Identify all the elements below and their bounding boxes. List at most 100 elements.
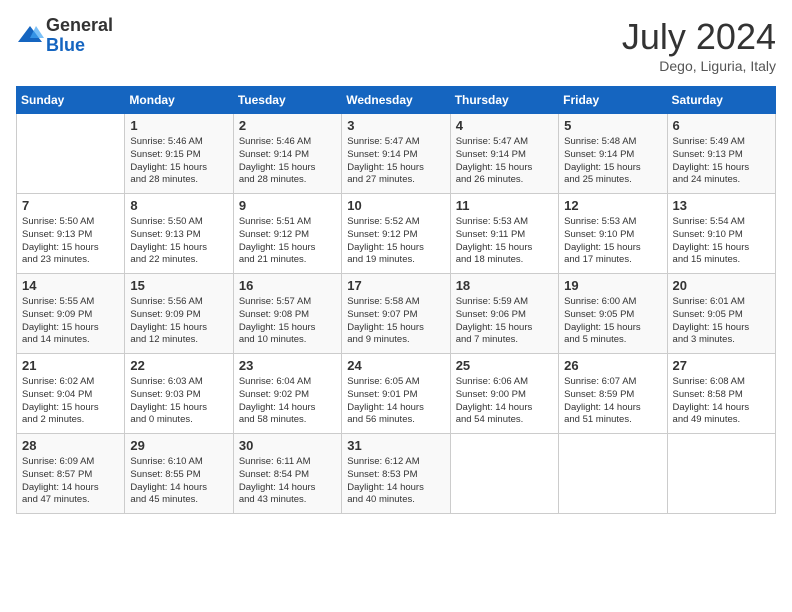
calendar-day-cell: 2 Sunrise: 5:46 AM Sunset: 9:14 PM Daylig…	[233, 114, 341, 194]
day-number: 24	[347, 358, 444, 373]
calendar-day-cell: 4 Sunrise: 5:47 AM Sunset: 9:14 PM Daylig…	[450, 114, 558, 194]
day-info: Sunrise: 5:52 AM Sunset: 9:12 PM Dayligh…	[347, 216, 444, 267]
calendar-day-cell: 11 Sunrise: 5:53 AM Sunset: 9:11 PM Dayli…	[450, 194, 558, 274]
calendar-day-cell: 23 Sunrise: 6:04 AM Sunset: 9:02 PM Dayli…	[233, 354, 341, 434]
day-number: 15	[130, 278, 227, 293]
day-number: 26	[564, 358, 661, 373]
day-number: 22	[130, 358, 227, 373]
calendar-day-cell: 8 Sunrise: 5:50 AM Sunset: 9:13 PM Daylig…	[125, 194, 233, 274]
day-number: 27	[673, 358, 770, 373]
calendar-body: 1 Sunrise: 5:46 AM Sunset: 9:15 PM Daylig…	[17, 114, 776, 514]
calendar-day-cell	[17, 114, 125, 194]
day-info: Sunrise: 5:54 AM Sunset: 9:10 PM Dayligh…	[673, 216, 770, 267]
day-info: Sunrise: 5:47 AM Sunset: 9:14 PM Dayligh…	[456, 136, 553, 187]
day-info: Sunrise: 6:05 AM Sunset: 9:01 PM Dayligh…	[347, 376, 444, 427]
day-info: Sunrise: 6:01 AM Sunset: 9:05 PM Dayligh…	[673, 296, 770, 347]
logo-icon	[16, 22, 44, 50]
calendar-day-header: Wednesday	[342, 87, 450, 114]
calendar-day-cell: 28Sunrise: 6:09 AM Sunset: 8:57 PM Dayli…	[17, 434, 125, 514]
day-info: Sunrise: 6:04 AM Sunset: 9:02 PM Dayligh…	[239, 376, 336, 427]
calendar-day-cell: 12 Sunrise: 5:53 AM Sunset: 9:10 PM Dayli…	[559, 194, 667, 274]
calendar-day-cell: 1 Sunrise: 5:46 AM Sunset: 9:15 PM Daylig…	[125, 114, 233, 194]
month-title: July 2024	[622, 16, 776, 58]
calendar-day-cell: 14Sunrise: 5:55 AM Sunset: 9:09 PM Dayli…	[17, 274, 125, 354]
day-number: 7	[22, 198, 119, 213]
day-number: 25	[456, 358, 553, 373]
page-header: General Blue July 2024 Dego, Liguria, It…	[16, 16, 776, 74]
calendar-day-cell: 20Sunrise: 6:01 AM Sunset: 9:05 PM Dayli…	[667, 274, 775, 354]
day-info: Sunrise: 6:06 AM Sunset: 9:00 PM Dayligh…	[456, 376, 553, 427]
calendar-day-cell: 31 Sunrise: 6:12 AM Sunset: 8:53 PM Dayli…	[342, 434, 450, 514]
day-number: 8	[130, 198, 227, 213]
day-number: 13	[673, 198, 770, 213]
day-info: Sunrise: 5:59 AM Sunset: 9:06 PM Dayligh…	[456, 296, 553, 347]
day-number: 17	[347, 278, 444, 293]
day-info: Sunrise: 5:56 AM Sunset: 9:09 PM Dayligh…	[130, 296, 227, 347]
calendar-day-header: Saturday	[667, 87, 775, 114]
day-number: 1	[130, 118, 227, 133]
day-number: 5	[564, 118, 661, 133]
day-info: Sunrise: 6:09 AM Sunset: 8:57 PM Dayligh…	[22, 456, 119, 507]
day-info: Sunrise: 5:50 AM Sunset: 9:13 PM Dayligh…	[130, 216, 227, 267]
day-info: Sunrise: 6:02 AM Sunset: 9:04 PM Dayligh…	[22, 376, 119, 427]
day-info: Sunrise: 5:57 AM Sunset: 9:08 PM Dayligh…	[239, 296, 336, 347]
day-info: Sunrise: 6:12 AM Sunset: 8:53 PM Dayligh…	[347, 456, 444, 507]
day-number: 21	[22, 358, 119, 373]
logo-general: General	[46, 16, 113, 36]
day-number: 18	[456, 278, 553, 293]
calendar-day-cell: 18 Sunrise: 5:59 AM Sunset: 9:06 PM Dayli…	[450, 274, 558, 354]
day-info: Sunrise: 5:49 AM Sunset: 9:13 PM Dayligh…	[673, 136, 770, 187]
calendar-week-row: 1 Sunrise: 5:46 AM Sunset: 9:15 PM Daylig…	[17, 114, 776, 194]
calendar-day-cell: 24 Sunrise: 6:05 AM Sunset: 9:01 PM Dayli…	[342, 354, 450, 434]
calendar-week-row: 14Sunrise: 5:55 AM Sunset: 9:09 PM Dayli…	[17, 274, 776, 354]
calendar-day-header: Thursday	[450, 87, 558, 114]
calendar-day-cell: 15 Sunrise: 5:56 AM Sunset: 9:09 PM Dayli…	[125, 274, 233, 354]
day-info: Sunrise: 6:11 AM Sunset: 8:54 PM Dayligh…	[239, 456, 336, 507]
day-number: 11	[456, 198, 553, 213]
day-number: 12	[564, 198, 661, 213]
day-info: Sunrise: 5:51 AM Sunset: 9:12 PM Dayligh…	[239, 216, 336, 267]
calendar-day-cell: 27Sunrise: 6:08 AM Sunset: 8:58 PM Dayli…	[667, 354, 775, 434]
calendar-day-header: Monday	[125, 87, 233, 114]
day-info: Sunrise: 5:50 AM Sunset: 9:13 PM Dayligh…	[22, 216, 119, 267]
day-info: Sunrise: 5:58 AM Sunset: 9:07 PM Dayligh…	[347, 296, 444, 347]
calendar-day-cell: 10Sunrise: 5:52 AM Sunset: 9:12 PM Dayli…	[342, 194, 450, 274]
day-number: 23	[239, 358, 336, 373]
calendar-day-cell: 13 Sunrise: 5:54 AM Sunset: 9:10 PM Dayli…	[667, 194, 775, 274]
day-info: Sunrise: 5:47 AM Sunset: 9:14 PM Dayligh…	[347, 136, 444, 187]
day-number: 4	[456, 118, 553, 133]
day-number: 3	[347, 118, 444, 133]
calendar-day-cell	[559, 434, 667, 514]
calendar-day-cell: 7 Sunrise: 5:50 AM Sunset: 9:13 PM Daylig…	[17, 194, 125, 274]
calendar-day-cell	[667, 434, 775, 514]
calendar-day-cell	[450, 434, 558, 514]
title-area: July 2024 Dego, Liguria, Italy	[622, 16, 776, 74]
day-number: 2	[239, 118, 336, 133]
calendar-day-header: Friday	[559, 87, 667, 114]
calendar-day-cell: 22 Sunrise: 6:03 AM Sunset: 9:03 PM Dayli…	[125, 354, 233, 434]
day-info: Sunrise: 5:53 AM Sunset: 9:11 PM Dayligh…	[456, 216, 553, 267]
calendar-day-cell: 25 Sunrise: 6:06 AM Sunset: 9:00 PM Dayli…	[450, 354, 558, 434]
day-info: Sunrise: 6:10 AM Sunset: 8:55 PM Dayligh…	[130, 456, 227, 507]
calendar-header-row: SundayMondayTuesdayWednesdayThursdayFrid…	[17, 87, 776, 114]
calendar-day-cell: 6 Sunrise: 5:49 AM Sunset: 9:13 PM Daylig…	[667, 114, 775, 194]
calendar-day-cell: 9Sunrise: 5:51 AM Sunset: 9:12 PM Daylig…	[233, 194, 341, 274]
calendar-day-cell: 3 Sunrise: 5:47 AM Sunset: 9:14 PM Daylig…	[342, 114, 450, 194]
location: Dego, Liguria, Italy	[622, 58, 776, 74]
day-info: Sunrise: 5:55 AM Sunset: 9:09 PM Dayligh…	[22, 296, 119, 347]
day-info: Sunrise: 6:03 AM Sunset: 9:03 PM Dayligh…	[130, 376, 227, 427]
day-number: 16	[239, 278, 336, 293]
day-info: Sunrise: 5:46 AM Sunset: 9:15 PM Dayligh…	[130, 136, 227, 187]
calendar-day-cell: 17 Sunrise: 5:58 AM Sunset: 9:07 PM Dayli…	[342, 274, 450, 354]
day-number: 31	[347, 438, 444, 453]
calendar-day-cell: 29 Sunrise: 6:10 AM Sunset: 8:55 PM Dayli…	[125, 434, 233, 514]
calendar-week-row: 28Sunrise: 6:09 AM Sunset: 8:57 PM Dayli…	[17, 434, 776, 514]
day-number: 6	[673, 118, 770, 133]
calendar-day-header: Sunday	[17, 87, 125, 114]
calendar-day-cell: 26Sunrise: 6:07 AM Sunset: 8:59 PM Dayli…	[559, 354, 667, 434]
day-info: Sunrise: 5:46 AM Sunset: 9:14 PM Dayligh…	[239, 136, 336, 187]
day-number: 19	[564, 278, 661, 293]
day-info: Sunrise: 5:53 AM Sunset: 9:10 PM Dayligh…	[564, 216, 661, 267]
calendar-day-cell: 21 Sunrise: 6:02 AM Sunset: 9:04 PM Dayli…	[17, 354, 125, 434]
day-number: 29	[130, 438, 227, 453]
